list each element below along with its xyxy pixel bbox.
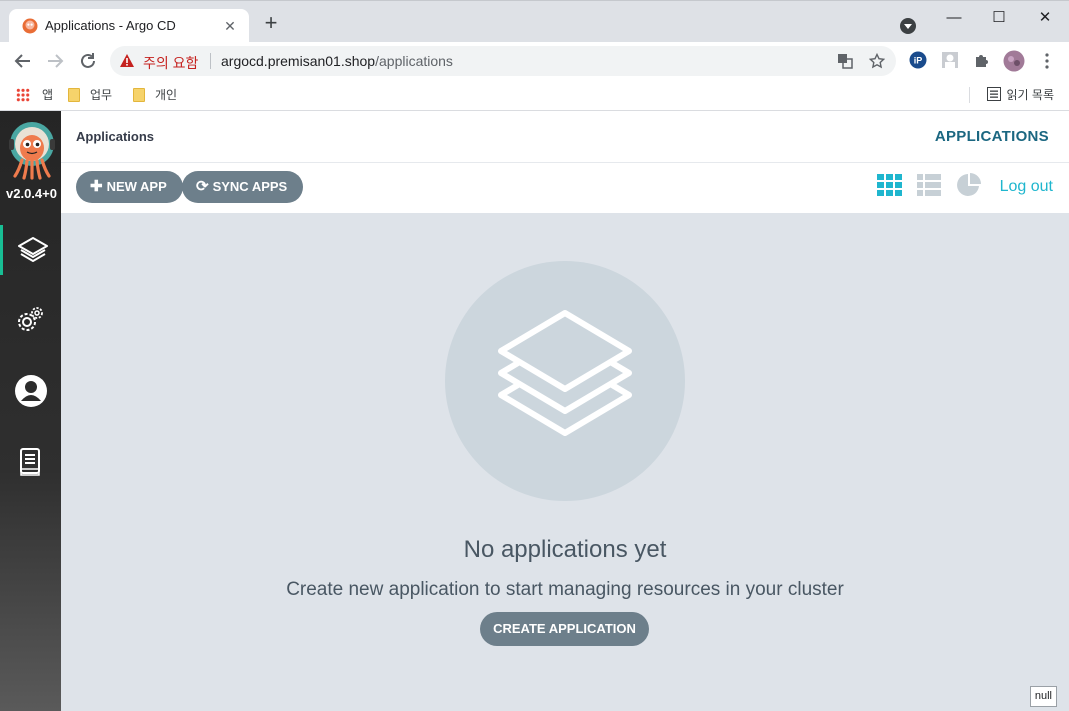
- address-divider: [210, 53, 211, 69]
- url-host: argocd.premisan01.shop: [221, 53, 376, 69]
- new-app-label: NEW APP: [106, 179, 167, 194]
- layers-icon: [18, 237, 48, 262]
- sidebar-item-applications[interactable]: [0, 225, 61, 275]
- browser-titlebar: Applications - Argo CD ✕ + — ☐ ✕: [0, 0, 1069, 43]
- sidebar: v2.0.4+0: [0, 111, 61, 711]
- status-badge: null: [1029, 686, 1057, 707]
- page-title: APPLICATIONS: [934, 128, 1049, 145]
- security-warning[interactable]: 주의 요함: [143, 53, 198, 73]
- bookmark-star-icon[interactable]: [869, 53, 885, 69]
- sync-apps-label: SYNC APPS: [212, 179, 288, 194]
- bookmarks-bar: 앱 업무 개인 읽기 목록: [0, 80, 1069, 111]
- reading-list-icon: [986, 87, 1001, 101]
- sidebar-item-user-info[interactable]: [0, 365, 61, 415]
- gears-icon: [18, 307, 43, 331]
- address-bar[interactable]: 주의 요함 argocd.premisan01.shop/application…: [110, 46, 896, 76]
- apps-grid-icon: [16, 88, 30, 102]
- browser-tab[interactable]: Applications - Argo CD ✕: [9, 9, 249, 43]
- chrome-menu-icon[interactable]: [1038, 52, 1056, 70]
- minimize-button[interactable]: —: [931, 5, 977, 31]
- action-bar: ✚ NEW APP ⟳ SYNC APPS Log out: [61, 163, 1069, 213]
- new-app-button[interactable]: ✚ NEW APP: [76, 171, 183, 203]
- profile-extension-icon[interactable]: [941, 51, 959, 69]
- reading-list-label: 읽기 목록: [1006, 88, 1055, 102]
- url-path: /applications: [375, 53, 453, 69]
- user-avatar-icon[interactable]: [1003, 50, 1025, 72]
- reload-icon[interactable]: [77, 50, 99, 72]
- maximize-button[interactable]: ☐: [976, 5, 1022, 31]
- page-header: Applications APPLICATIONS: [61, 111, 1069, 163]
- bookmark-label: 업무: [90, 88, 113, 102]
- warning-icon: [120, 54, 134, 67]
- sync-apps-button[interactable]: ⟳ SYNC APPS: [182, 171, 304, 203]
- argo-favicon-icon: [22, 18, 38, 34]
- extensions-puzzle-icon[interactable]: [973, 51, 991, 69]
- bookmarks-divider: [969, 87, 970, 103]
- pie-chart-view-icon[interactable]: [956, 172, 982, 198]
- bookmark-folder-personal[interactable]: 개인: [133, 85, 177, 105]
- close-window-button[interactable]: ✕: [1022, 5, 1068, 31]
- forward-arrow-icon[interactable]: [44, 50, 66, 72]
- docs-icon: [20, 448, 40, 476]
- tab-search-icon[interactable]: [900, 18, 916, 34]
- list-view-icon[interactable]: [916, 172, 942, 198]
- svg-text:iP: iP: [914, 56, 923, 66]
- folder-icon: [133, 88, 145, 102]
- browser-toolbar: 주의 요함 argocd.premisan01.shop/application…: [0, 42, 1069, 80]
- tiles-view-icon[interactable]: [876, 172, 902, 198]
- bookmark-label: 개인: [155, 88, 178, 102]
- main-content: No applications yet Create new applicati…: [61, 213, 1069, 711]
- logout-link[interactable]: Log out: [1000, 178, 1053, 196]
- argo-logo-icon[interactable]: [9, 122, 55, 180]
- plus-icon: ✚: [90, 178, 103, 195]
- bookmark-folder-work[interactable]: 업무: [68, 85, 112, 105]
- new-tab-button[interactable]: +: [260, 12, 282, 35]
- ip-extension-icon[interactable]: iP: [909, 51, 927, 69]
- bookmark-apps[interactable]: 앱: [16, 85, 53, 105]
- sync-icon: ⟳: [196, 178, 209, 195]
- sidebar-item-settings[interactable]: [0, 295, 61, 345]
- tab-title: Applications - Argo CD: [45, 18, 176, 33]
- folder-icon: [68, 88, 80, 102]
- bookmark-label: 앱: [42, 88, 54, 102]
- tab-close-icon[interactable]: ✕: [221, 17, 239, 35]
- empty-state-subtitle: Create new application to start managing…: [286, 579, 844, 600]
- empty-state-illustration: [445, 261, 685, 501]
- app-version: v2.0.4+0: [6, 186, 57, 201]
- breadcrumb[interactable]: Applications: [76, 129, 154, 144]
- back-arrow-icon[interactable]: [12, 50, 34, 72]
- sidebar-item-documentation[interactable]: [0, 437, 61, 487]
- user-icon: [15, 375, 47, 407]
- empty-state-title: No applications yet: [463, 536, 667, 563]
- translate-icon[interactable]: [837, 53, 853, 69]
- layers-icon: [498, 310, 632, 436]
- create-application-button[interactable]: CREATE APPLICATION: [480, 612, 649, 646]
- url-text[interactable]: argocd.premisan01.shop/applications: [221, 53, 453, 69]
- reading-list-button[interactable]: 읽기 목록: [986, 85, 1055, 105]
